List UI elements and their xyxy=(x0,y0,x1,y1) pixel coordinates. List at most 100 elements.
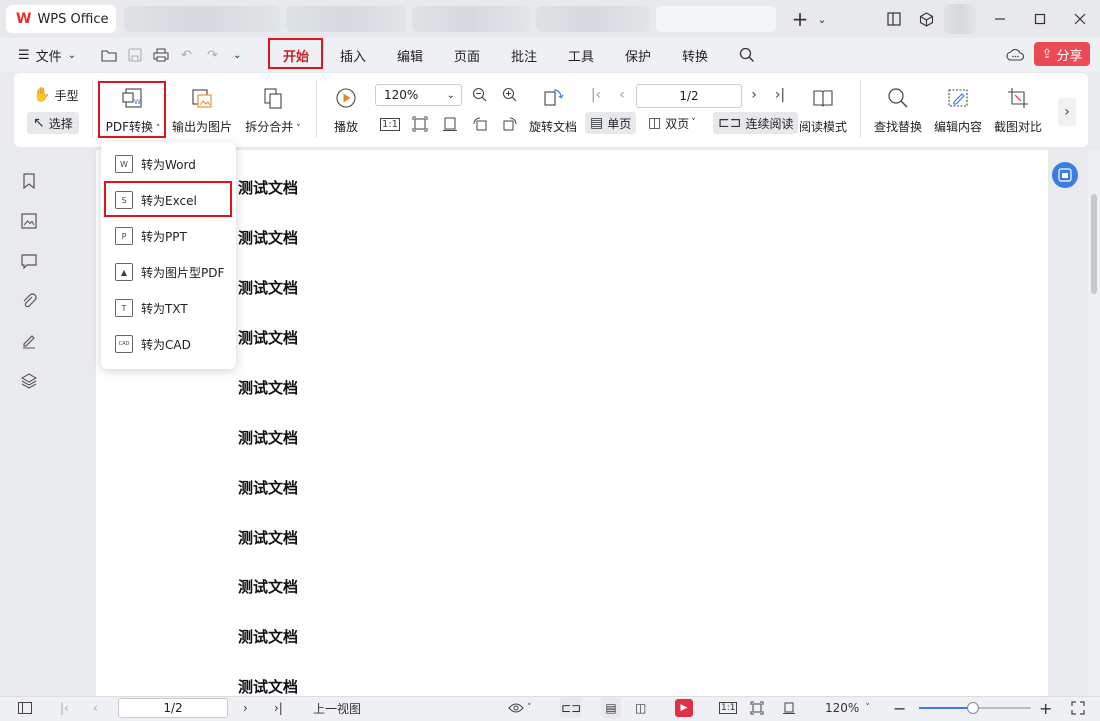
share-button[interactable]: ⇪ 分享 xyxy=(1034,42,1090,66)
open-folder-button[interactable] xyxy=(101,44,117,66)
select-tool-button[interactable]: ↖ 选择 xyxy=(27,112,79,134)
user-avatar[interactable] xyxy=(944,4,976,34)
new-tab-menu-button[interactable]: ⌄ xyxy=(808,6,836,32)
cloud-button[interactable] xyxy=(1006,44,1024,66)
convert-to-word-item[interactable]: W 转为Word xyxy=(115,152,196,176)
tab-tools[interactable]: 工具 xyxy=(568,44,594,66)
zoom-in-status-button[interactable]: + xyxy=(1039,698,1052,718)
fit-width-status-button[interactable] xyxy=(782,698,796,718)
split-merge-button[interactable]: 拆分合并 ˅ xyxy=(242,84,304,135)
redo-button[interactable]: ↷ xyxy=(207,44,218,66)
fullscreen-button[interactable] xyxy=(1071,698,1085,718)
tab-page[interactable]: 页面 xyxy=(454,44,480,66)
document-tab[interactable] xyxy=(412,6,530,32)
save-button[interactable] xyxy=(128,44,142,66)
document-tab[interactable] xyxy=(286,6,406,32)
minimize-icon xyxy=(995,18,1005,20)
fit-width-button[interactable] xyxy=(440,114,460,134)
maximize-button[interactable] xyxy=(1026,6,1054,32)
tab-comment[interactable]: 批注 xyxy=(511,44,537,66)
eye-protect-button[interactable]: ˅ xyxy=(508,698,532,718)
minimize-button[interactable] xyxy=(986,6,1014,32)
page-number-input[interactable]: 1/2 xyxy=(636,84,742,108)
convert-to-ppt-item[interactable]: P 转为PPT xyxy=(115,224,187,248)
actual-size-status-button[interactable]: 1:1 xyxy=(719,698,738,718)
play-button[interactable]: 播放 xyxy=(328,84,364,135)
print-button[interactable] xyxy=(153,44,169,66)
zoom-slider-knob[interactable] xyxy=(967,702,979,714)
document-tab[interactable] xyxy=(124,6,280,32)
signature-button[interactable] xyxy=(19,331,39,351)
next-page-status-button[interactable]: › xyxy=(243,698,248,718)
search-button[interactable] xyxy=(739,44,755,66)
undo-button[interactable]: ↶ xyxy=(181,44,192,66)
find-replace-button[interactable]: 查找替换 xyxy=(872,84,924,135)
toggle-sidebar-button[interactable] xyxy=(18,698,32,718)
prev-page-button[interactable]: ‹ xyxy=(612,85,632,105)
fit-page-status-button[interactable] xyxy=(750,698,764,718)
convert-to-cad-item[interactable]: CAD 转为CAD xyxy=(115,332,191,356)
last-page-status-button[interactable]: ›| xyxy=(274,698,283,718)
app-tab[interactable]: W WPS Office xyxy=(6,5,116,33)
layers-button[interactable] xyxy=(19,371,39,391)
convert-to-excel-item[interactable]: S 转为Excel xyxy=(115,188,197,212)
next-page-button[interactable]: › xyxy=(744,85,764,105)
prev-page-status-button[interactable]: ‹ xyxy=(93,698,98,718)
status-zoom-select[interactable]: 120% ˅ xyxy=(825,698,870,718)
single-page-button[interactable]: ▤ 单页 xyxy=(585,112,637,134)
convert-to-image-pdf-item[interactable]: ▲ 转为图片型PDF xyxy=(115,260,224,284)
fit-page-button[interactable] xyxy=(410,114,430,134)
svg-text:W: W xyxy=(134,98,141,106)
play-status-button[interactable]: ▶ xyxy=(675,699,693,717)
rotate-right-button[interactable] xyxy=(500,114,520,134)
rotate-left-icon xyxy=(473,117,487,131)
convert-to-txt-item[interactable]: T 转为TXT xyxy=(115,296,188,320)
edit-content-button[interactable]: 编辑内容 xyxy=(932,84,984,135)
rotate-document-button[interactable]: 旋转文档 xyxy=(526,84,580,135)
zoom-out-status-button[interactable]: − xyxy=(893,698,906,718)
hand-tool-button[interactable]: ✋ 手型 xyxy=(33,84,78,106)
first-page-button[interactable]: |‹ xyxy=(586,85,606,105)
tab-start[interactable]: 开始 xyxy=(283,44,309,66)
attachment-button[interactable] xyxy=(19,291,39,311)
scrollbar-thumb[interactable] xyxy=(1091,194,1097,294)
single-page-status-button[interactable]: ▤ xyxy=(601,698,621,718)
continuous-view-status-button[interactable]: ⊏⊐ xyxy=(560,698,582,718)
zoom-out-button[interactable] xyxy=(470,85,490,105)
last-page-button[interactable]: ›| xyxy=(770,85,790,105)
actual-size-button[interactable]: 1:1 xyxy=(379,114,401,134)
layout-button[interactable] xyxy=(880,6,908,32)
double-page-status-button[interactable]: ◫ xyxy=(635,698,646,718)
floating-tool-button[interactable] xyxy=(1052,162,1078,188)
screenshot-compare-button[interactable]: 截图对比 xyxy=(992,84,1044,135)
quick-access-more[interactable]: ⌄ xyxy=(233,44,241,66)
file-menu[interactable]: ☰ 文件 ⌄ xyxy=(18,44,76,66)
read-mode-button[interactable]: 阅读模式 xyxy=(798,84,848,135)
close-button[interactable] xyxy=(1066,6,1094,32)
document-tab-active[interactable] xyxy=(656,6,776,32)
comment-button[interactable] xyxy=(19,251,39,271)
document-line: 测试文档 xyxy=(238,578,299,596)
zoom-in-button[interactable] xyxy=(500,85,520,105)
vertical-scrollbar[interactable] xyxy=(1088,150,1100,696)
tab-protect[interactable]: 保护 xyxy=(625,44,651,66)
export-image-button[interactable]: 输出为图片 xyxy=(170,84,234,135)
zoom-select[interactable]: 120% ⌄ xyxy=(375,84,462,106)
status-page-value: 1/2 xyxy=(163,701,183,715)
previous-view-button[interactable]: 上一视图 xyxy=(313,698,361,718)
tab-insert[interactable]: 插入 xyxy=(340,44,366,66)
rotate-left-button[interactable] xyxy=(470,114,490,134)
first-page-status-button[interactable]: |‹ xyxy=(60,698,69,718)
pdf-convert-button[interactable]: W PDF转换 ˄ xyxy=(102,84,164,135)
tab-convert[interactable]: 转换 xyxy=(682,44,708,66)
document-tab[interactable] xyxy=(536,6,650,32)
continuous-read-button[interactable]: ⊏⊐ 连续阅读 xyxy=(713,112,799,134)
double-page-button[interactable]: ◫ 双页 ˅ xyxy=(648,112,696,134)
tab-edit[interactable]: 编辑 xyxy=(397,44,423,66)
bookmark-button[interactable] xyxy=(19,171,39,191)
ribbon-scroll-right[interactable]: › xyxy=(1058,98,1076,126)
document-line: 测试文档 xyxy=(238,329,299,347)
status-page-input[interactable]: 1/2 xyxy=(118,698,228,718)
thumbnail-button[interactable] xyxy=(19,211,39,231)
cube-button[interactable] xyxy=(912,6,940,32)
